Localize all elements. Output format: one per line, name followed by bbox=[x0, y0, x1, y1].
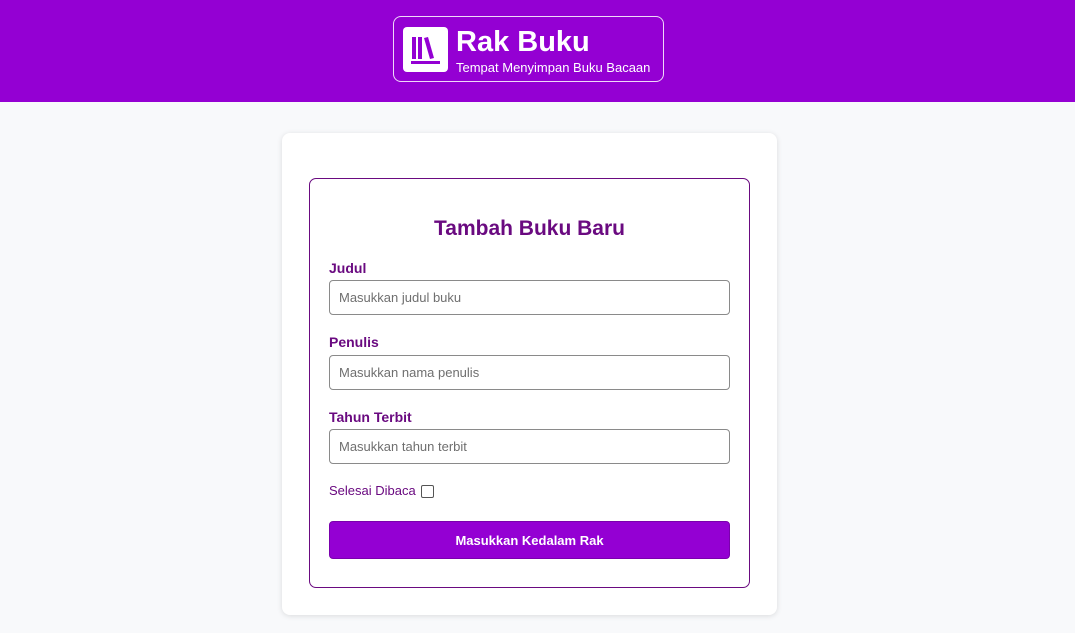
author-input[interactable] bbox=[329, 355, 730, 390]
finished-row: Selesai Dibaca bbox=[329, 482, 434, 500]
author-label: Penulis bbox=[329, 334, 379, 350]
submit-button[interactable]: Masukkan Kedalam Rak bbox=[329, 521, 730, 559]
add-book-form: Tambah Buku Baru Judul Penulis Tahun Ter… bbox=[309, 178, 750, 588]
app-subtitle: Tempat Menyimpan Buku Bacaan bbox=[456, 60, 651, 75]
year-input[interactable] bbox=[329, 429, 730, 464]
books-icon bbox=[403, 27, 448, 72]
app-title: Rak Buku bbox=[456, 26, 590, 58]
title-input[interactable] bbox=[329, 280, 730, 315]
year-label: Tahun Terbit bbox=[329, 409, 412, 425]
finished-label: Selesai Dibaca bbox=[329, 483, 416, 498]
brand: Rak Buku Tempat Menyimpan Buku Bacaan bbox=[393, 16, 664, 82]
form-title: Tambah Buku Baru bbox=[434, 217, 625, 240]
app-header: Rak Buku Tempat Menyimpan Buku Bacaan bbox=[0, 0, 1075, 102]
title-label: Judul bbox=[329, 260, 367, 276]
form-card: Tambah Buku Baru Judul Penulis Tahun Ter… bbox=[282, 133, 777, 615]
finished-checkbox[interactable] bbox=[420, 484, 434, 498]
